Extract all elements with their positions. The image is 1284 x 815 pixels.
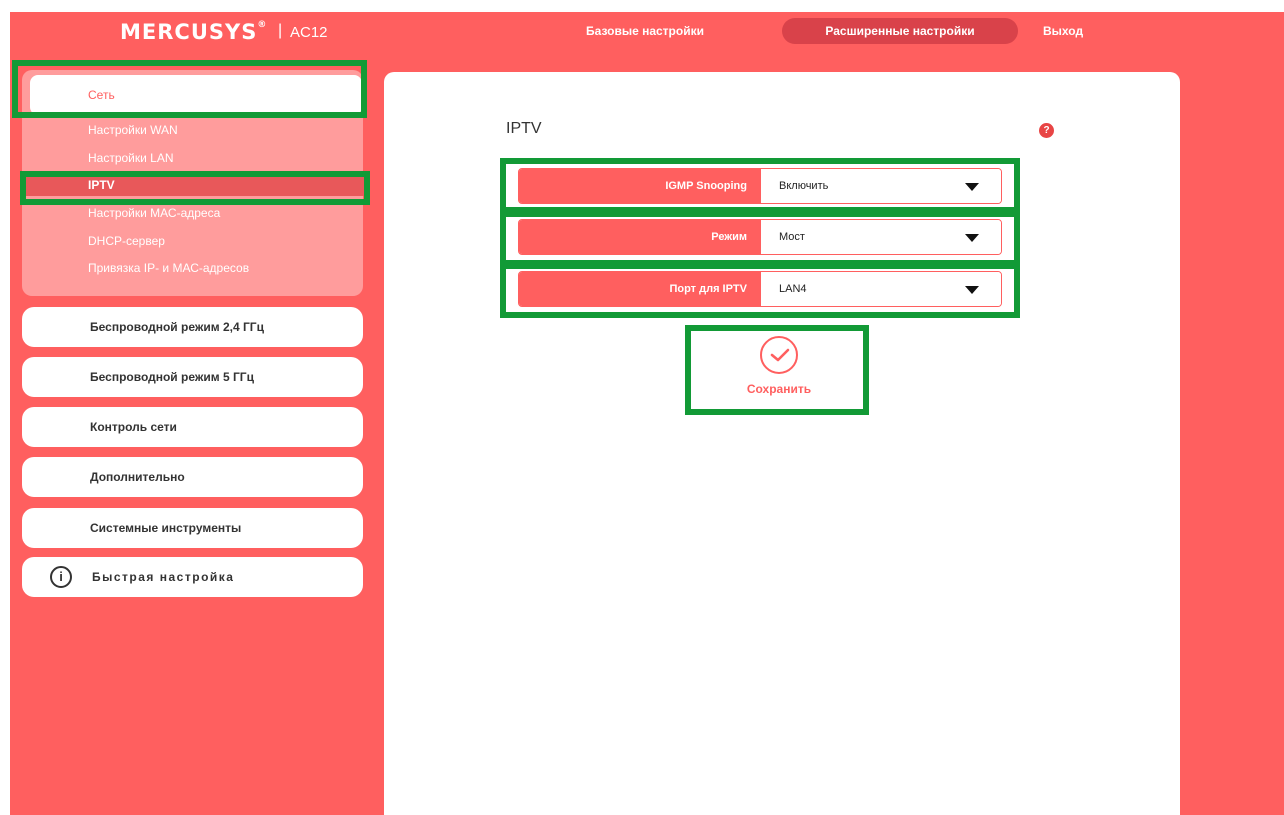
sidebar-item-wireless-24[interactable]: Беспроводной режим 2,4 ГГц: [22, 307, 363, 347]
mode-value: Мост: [779, 231, 805, 243]
chevron-down-icon: [965, 286, 979, 294]
quick-setup-label: Быстрая настройка: [92, 570, 235, 584]
page-title: IPTV: [506, 120, 542, 137]
logo-separator: |: [278, 22, 283, 39]
help-icon[interactable]: ?: [1039, 123, 1054, 138]
checkmark-icon: [760, 336, 798, 374]
info-icon: i: [50, 566, 72, 588]
sidebar-subitem-ip-mac-binding[interactable]: Привязка IP- и МАС-адресов: [22, 257, 363, 279]
igmp-snooping-row: IGMP Snooping Включить: [518, 168, 1002, 204]
sidebar-item-additional[interactable]: Дополнительно: [22, 457, 363, 497]
sidebar-subitem-wan[interactable]: Настройки WAN: [22, 119, 363, 141]
mode-row: Режим Мост: [518, 219, 1002, 255]
nav-advanced-settings[interactable]: Расширенные настройки: [782, 18, 1018, 44]
sidebar-item-wireless-5[interactable]: Беспроводной режим 5 ГГц: [22, 357, 363, 397]
highlight-box-network: [12, 60, 367, 118]
sidebar-item-quick-setup[interactable]: i Быстрая настройка: [22, 557, 363, 597]
save-label: Сохранить: [746, 382, 812, 396]
chevron-down-icon: [965, 183, 979, 191]
router-admin-page: MERCUSYS® | AC12 Базовые настройки Расши…: [10, 12, 1284, 815]
nav-basic-settings[interactable]: Базовые настройки: [570, 18, 720, 44]
mode-label: Режим: [519, 220, 761, 254]
main-content-panel: IPTV ? IGMP Snooping Включить Режим Мост…: [384, 72, 1180, 815]
sidebar-subitem-dhcp[interactable]: DHCP-сервер: [22, 230, 363, 252]
iptv-port-label: Порт для IPTV: [519, 272, 761, 306]
sidebar-subitem-lan[interactable]: Настройки LAN: [22, 147, 363, 169]
sidebar-item-network-control[interactable]: Контроль сети: [22, 407, 363, 447]
mode-select[interactable]: Мост: [761, 220, 1001, 254]
model-name: AC12: [290, 24, 328, 41]
sidebar-item-system-tools[interactable]: Системные инструменты: [22, 508, 363, 548]
iptv-port-select[interactable]: LAN4: [761, 272, 1001, 306]
igmp-snooping-value: Включить: [779, 180, 829, 192]
save-button[interactable]: Сохранить: [704, 336, 854, 406]
nav-logout[interactable]: Выход: [1027, 18, 1099, 44]
highlight-box-iptv: [20, 171, 370, 205]
iptv-port-row: Порт для IPTV LAN4: [518, 271, 1002, 307]
chevron-down-icon: [965, 234, 979, 242]
igmp-snooping-select[interactable]: Включить: [761, 169, 1001, 203]
igmp-snooping-label: IGMP Snooping: [519, 169, 761, 203]
iptv-port-value: LAN4: [779, 283, 807, 295]
sidebar-subitem-mac[interactable]: Настройки МАС-адреса: [22, 202, 363, 224]
brand-logo: MERCUSYS®: [120, 20, 268, 44]
